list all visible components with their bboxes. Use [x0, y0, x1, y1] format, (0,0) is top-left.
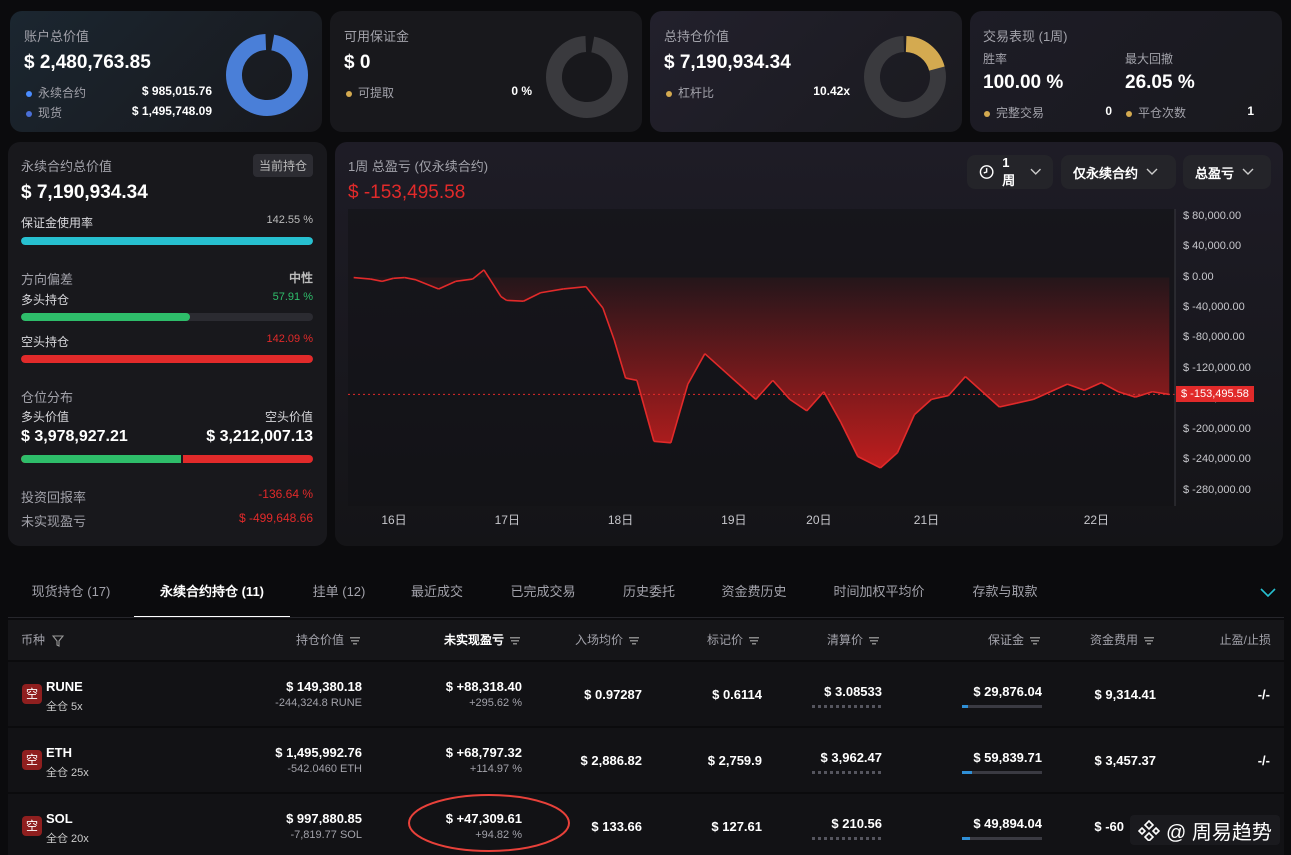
y-tick-label: $ 40,000.00 — [1183, 240, 1242, 253]
col-margin[interactable]: 保证金 — [988, 631, 1040, 648]
x-tick-label: 17日 — [494, 513, 520, 527]
x-tick-label: 19日 — [721, 513, 747, 527]
margin-mode: 全仓 20x — [46, 833, 89, 845]
sort-icon[interactable] — [510, 636, 520, 645]
y-tick-label: $ -200,000.00 — [1183, 422, 1251, 435]
mark-price: $ 127.61 — [711, 819, 762, 834]
coin-symbol[interactable]: SOL — [46, 811, 73, 826]
y-tick-label: $ -240,000.00 — [1183, 453, 1251, 466]
liq-price: $ 210.56 — [831, 816, 882, 831]
margin-ratio-bar — [962, 837, 1042, 840]
unrealized-pnl-pct: +114.97 % — [469, 763, 522, 775]
liq-price: $ 3,962.47 — [820, 750, 882, 765]
funding-fee: $ 3,457.37 — [1094, 753, 1156, 768]
tab-deposits-withdrawals[interactable]: 存款与取款 — [954, 572, 1056, 618]
margin-value: $ 59,839.71 — [973, 750, 1042, 765]
funding-fee: $ 9,314.41 — [1094, 687, 1156, 702]
position-qty: -542.0460 ETH — [287, 763, 362, 775]
watermark-text: @ 周易趋势 — [1166, 821, 1272, 844]
position-qty: -7,819.77 SOL — [290, 829, 362, 841]
x-tick-label: 16日 — [381, 513, 407, 527]
unrealized-pnl: $ +68,797.32 — [445, 745, 522, 760]
unrealized-pnl-pct: +295.62 % — [469, 697, 522, 709]
tab-divider — [8, 617, 1284, 618]
position-value: $ 1,495,992.76 — [275, 745, 362, 760]
y-tick-label: $ -80,000.00 — [1183, 331, 1245, 344]
col-liq-price[interactable]: 清算价 — [827, 631, 879, 648]
tab-twap[interactable]: 时间加权平均价 — [814, 572, 944, 618]
sort-icon[interactable] — [749, 636, 759, 645]
liq-distance-bar — [812, 771, 882, 774]
tab-spot-positions[interactable]: 现货持仓 (17) — [14, 572, 128, 618]
x-tick-label: 21日 — [913, 513, 940, 527]
margin-mode: 全仓 25x — [46, 767, 89, 779]
y-tick-label: $ -120,000.00 — [1183, 361, 1251, 374]
pnl-chart[interactable] — [0, 0, 1291, 560]
y-tick-label: $ -280,000.00 — [1183, 483, 1251, 496]
margin-value: $ 49,894.04 — [973, 816, 1042, 831]
filter-icon[interactable] — [52, 635, 65, 647]
funding-fee: $ -60 — [1094, 819, 1124, 834]
x-tick-label: 18日 — [607, 513, 634, 527]
entry-price: $ 2,886.82 — [580, 753, 642, 768]
col-position-value[interactable]: 持仓价值 — [296, 631, 360, 648]
diamond-logo-icon — [1138, 819, 1160, 841]
mark-price: $ 2,759.9 — [707, 753, 762, 768]
x-tick-label: 22日 — [1083, 513, 1110, 527]
col-coin[interactable]: 币种 — [21, 631, 65, 648]
position-value: $ 149,380.18 — [286, 679, 362, 694]
entry-price: $ 133.66 — [591, 819, 642, 834]
tpsl-value[interactable]: -/- — [1258, 753, 1270, 768]
margin-value: $ 29,876.04 — [973, 684, 1042, 699]
entry-price: $ 0.97287 — [584, 687, 642, 702]
position-value: $ 997,880.85 — [286, 811, 362, 826]
short-side-icon: 空 — [22, 816, 42, 836]
liq-distance-bar — [812, 837, 882, 840]
expand-chevron-icon[interactable] — [1260, 588, 1276, 598]
col-funding[interactable]: 资金费用 — [1090, 631, 1154, 648]
short-side-icon: 空 — [22, 684, 42, 704]
tab-order-history[interactable]: 历史委托 — [604, 572, 694, 618]
table-row[interactable]: 空 SOL 全仓 20x $ 997,880.85 -7,819.77 SOL $… — [8, 794, 1284, 855]
mark-price: $ 0.6114 — [712, 687, 762, 702]
tab-open-orders[interactable]: 挂单 (12) — [296, 572, 382, 618]
y-tick-label: $ -40,000.00 — [1183, 301, 1245, 313]
coin-symbol[interactable]: ETH — [46, 745, 72, 760]
position-qty: -244,324.8 RUNE — [275, 697, 362, 709]
tab-recent-fills[interactable]: 最近成交 — [392, 572, 482, 618]
tab-funding-history[interactable]: 资金费历史 — [704, 572, 804, 618]
col-entry-price[interactable]: 入场均价 — [575, 631, 639, 648]
liq-price: $ 3.08533 — [824, 684, 882, 699]
margin-mode: 全仓 5x — [46, 701, 83, 713]
unrealized-pnl: $ +88,318.40 — [445, 679, 522, 694]
current-value-tag: $ -153,495.58 — [1176, 386, 1254, 403]
sort-icon[interactable] — [1144, 636, 1154, 645]
y-tick-label: $ 0.00 — [1183, 270, 1214, 283]
sort-icon[interactable] — [1030, 636, 1040, 645]
coin-symbol[interactable]: RUNE — [46, 679, 83, 694]
table-row[interactable]: 空 RUNE 全仓 5x $ 149,380.18 -244,324.8 RUNE… — [8, 662, 1284, 726]
x-tick-label: 20日 — [806, 513, 832, 527]
short-side-icon: 空 — [22, 750, 42, 770]
margin-ratio-bar — [962, 705, 1042, 708]
col-tpsl[interactable]: 止盈/止损 — [1220, 631, 1271, 648]
highlight-circle-icon — [408, 794, 570, 852]
col-mark-price[interactable]: 标记价 — [707, 631, 759, 648]
pnl-line-segment — [506, 299, 524, 302]
sort-icon[interactable] — [629, 636, 639, 645]
table-row[interactable]: 空 ETH 全仓 25x $ 1,495,992.76 -542.0460 ETH… — [8, 728, 1284, 792]
watermark: @ 周易趋势 — [1130, 815, 1280, 845]
margin-ratio-bar — [962, 771, 1042, 774]
tab-completed-trades[interactable]: 已完成交易 — [492, 572, 594, 618]
sort-icon[interactable] — [350, 636, 360, 645]
col-unrealized-pnl[interactable]: 未实现盈亏 — [444, 631, 520, 648]
y-tick-label: $ 80,000.00 — [1183, 209, 1242, 222]
liq-distance-bar — [812, 705, 882, 708]
pnl-line-segment — [393, 276, 405, 280]
sort-icon[interactable] — [869, 636, 879, 645]
tpsl-value[interactable]: -/- — [1258, 687, 1270, 702]
tab-perp-positions[interactable]: 永续合约持仓 (11) — [134, 572, 290, 618]
